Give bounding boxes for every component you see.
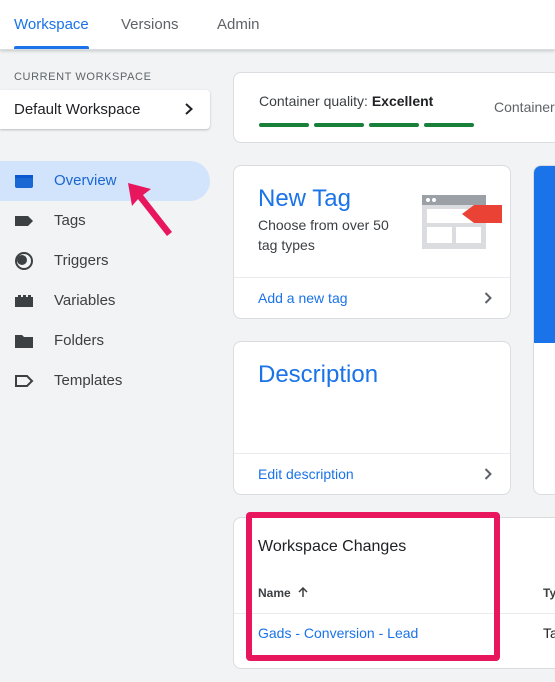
sidebar-item-label: Folders [54, 332, 105, 349]
variables-icon [15, 295, 33, 307]
new-tag-footer[interactable]: Add a new tag [234, 277, 510, 318]
folder-icon [15, 335, 33, 348]
edit-description-link[interactable]: Edit description [258, 466, 354, 482]
new-tag-description: Choose from over 50 tag types [258, 217, 389, 253]
workspace-status-banner [534, 166, 555, 343]
quality-bar-segment [259, 123, 309, 127]
sidebar: CURRENT WORKSPACE Default Workspace Over… [0, 50, 222, 682]
sidebar-item-templates[interactable]: Templates [0, 361, 210, 401]
quality-bar-segment [424, 123, 474, 127]
new-tag-card[interactable]: New Tag Choose from over 50 tag types Ad… [233, 165, 511, 319]
sidebar-item-label: Templates [54, 372, 123, 389]
tag-illustration-icon [422, 195, 502, 249]
sidebar-item-label: Triggers [54, 252, 109, 269]
workspace-status-card [533, 165, 555, 495]
workspace-name: Default Workspace [14, 101, 141, 118]
add-new-tag-link[interactable]: Add a new tag [258, 290, 348, 306]
container-quality-value: Excellent [371, 93, 434, 109]
tag-icon [15, 216, 33, 226]
description-title: Description [258, 361, 379, 388]
container-quality-text: Container quality: Excellent [259, 93, 433, 109]
sidebar-item-folders[interactable]: Folders [0, 321, 210, 361]
sidebar-item-variables[interactable]: Variables [0, 281, 210, 321]
current-workspace-label: CURRENT WORKSPACE [14, 71, 152, 83]
chevron-right-icon [185, 103, 193, 115]
sidebar-item-label: Tags [54, 212, 86, 229]
chevron-right-icon [484, 468, 492, 480]
workspace-selector[interactable]: Default Workspace [0, 90, 210, 129]
description-card[interactable]: Description Edit description [233, 341, 511, 495]
highlight-box-annotation [246, 512, 500, 661]
tab-workspace[interactable]: Workspace [14, 0, 89, 50]
sidebar-item-triggers[interactable]: Triggers [0, 241, 210, 281]
annotation-arrow-icon [128, 183, 172, 236]
column-header-type[interactable]: Ty [543, 586, 555, 600]
sidebar-item-label: Variables [54, 292, 116, 309]
new-tag-title: New Tag [258, 185, 351, 212]
quality-bar-segment [314, 123, 364, 127]
table-row-type: Ta [543, 625, 555, 641]
trigger-icon [15, 252, 33, 270]
chevron-right-icon [484, 292, 492, 304]
container-quality-card: Container quality: Excellent Container [233, 72, 555, 143]
sidebar-item-label: Overview [54, 172, 117, 189]
tab-versions[interactable]: Versions [121, 0, 179, 50]
quality-bar-segment [369, 123, 419, 127]
description-footer[interactable]: Edit description [234, 453, 510, 494]
tab-admin[interactable]: Admin [217, 0, 260, 50]
container-quality-label: Container quality: [259, 93, 368, 109]
container-info-text: Container [494, 99, 555, 115]
overview-icon [15, 175, 33, 188]
top-navigation-bar: Workspace Versions Admin [0, 0, 555, 50]
template-icon [15, 375, 34, 387]
